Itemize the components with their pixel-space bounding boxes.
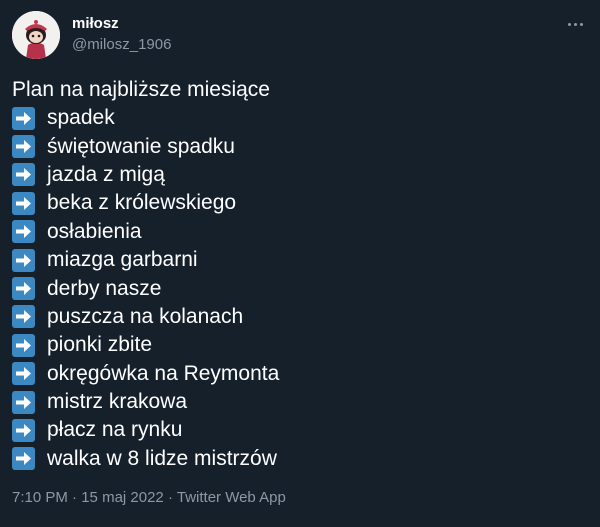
right-arrow-emoji-icon — [12, 362, 35, 386]
list-item-text: płacz na rynku — [47, 418, 183, 442]
list-item: płacz na rynku — [12, 416, 588, 444]
tweet-card: miłosz @milosz_1906 Plan na najbliższe m… — [0, 0, 600, 527]
list-item-text: walka w 8 lidze mistrzów — [47, 446, 277, 470]
list-item-text: jazda z migą — [47, 162, 165, 186]
tweet-meta: 7:10 PM · 15 maj 2022 · Twitter Web App — [12, 488, 286, 508]
tweet-timestamp[interactable]: 7:10 PM · 15 maj 2022 — [12, 489, 164, 506]
list-item: mistrz krakowa — [12, 388, 588, 416]
tweet-headline: Plan na najbliższe miesiące — [12, 78, 270, 101]
right-arrow-emoji-icon — [12, 135, 35, 159]
right-arrow-emoji-icon — [12, 390, 35, 414]
tweet-time: 7:10 PM — [12, 489, 68, 506]
list-item: walka w 8 lidze mistrzów — [12, 445, 588, 473]
more-dot-icon — [579, 22, 583, 26]
list-item: osłabienia — [12, 218, 588, 246]
tweet-source[interactable]: Twitter Web App — [177, 489, 286, 506]
list-item-text: okręgówka na Reymonta — [47, 361, 280, 385]
more-options-button[interactable] — [564, 14, 586, 34]
list-item-text: puszcza na kolanach — [47, 304, 244, 328]
right-arrow-emoji-icon — [12, 447, 35, 471]
meta-separator: · — [72, 489, 78, 506]
list-item-text: świętowanie spadku — [47, 134, 235, 158]
display-name[interactable]: miłosz — [72, 14, 171, 34]
list-item-text: miazga garbarni — [47, 248, 198, 272]
right-arrow-emoji-icon — [12, 333, 35, 357]
list-item: okręgówka na Reymonta — [12, 360, 588, 388]
user-handle[interactable]: @milosz_1906 — [72, 35, 171, 55]
right-arrow-emoji-icon — [12, 277, 35, 301]
right-arrow-emoji-icon — [12, 106, 35, 130]
cartoon-character-avatar-icon — [12, 11, 60, 59]
more-dot-icon — [573, 22, 577, 26]
avatar[interactable] — [12, 11, 60, 59]
author-info: miłosz @milosz_1906 — [72, 14, 171, 55]
list-item: beka z królewskiego — [12, 189, 588, 217]
plan-list: spadek świętowanie spadku jazda z migą beka… — [12, 104, 588, 473]
list-item: świętowanie spadku — [12, 132, 588, 160]
tweet-date: 15 maj 2022 — [81, 489, 164, 506]
list-item: puszcza na kolanach — [12, 303, 588, 331]
list-item-text: derby nasze — [47, 276, 162, 300]
list-item: derby nasze — [12, 274, 588, 302]
list-item: jazda z migą — [12, 161, 588, 189]
right-arrow-emoji-icon — [12, 418, 35, 442]
list-item-text: beka z królewskiego — [47, 191, 237, 215]
meta-separator: · — [167, 489, 173, 506]
list-item-text: pionki zbite — [47, 333, 153, 357]
right-arrow-emoji-icon — [12, 163, 35, 187]
list-item: miazga garbarni — [12, 246, 588, 274]
list-item: pionki zbite — [12, 331, 588, 359]
list-item: spadek — [12, 104, 588, 132]
more-dot-icon — [567, 22, 571, 26]
right-arrow-emoji-icon — [12, 248, 35, 272]
right-arrow-emoji-icon — [12, 191, 35, 215]
list-item-text: osłabienia — [47, 219, 142, 243]
list-item-text: mistrz krakowa — [47, 390, 188, 414]
right-arrow-emoji-icon — [12, 220, 35, 244]
tweet-text: Plan na najbliższe miesiące spadek święto… — [12, 76, 588, 473]
right-arrow-emoji-icon — [12, 305, 35, 329]
list-item-text: spadek — [47, 106, 115, 130]
